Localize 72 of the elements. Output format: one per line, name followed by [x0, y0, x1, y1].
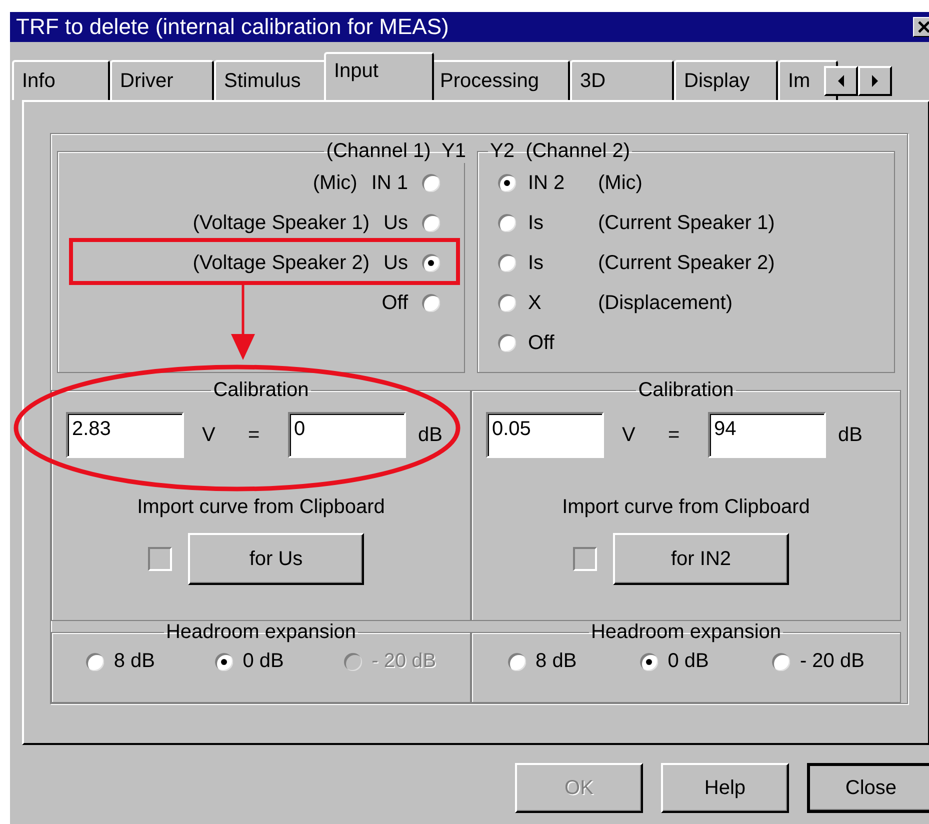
unit-label: V — [202, 424, 216, 446]
unit-label: V — [622, 424, 636, 446]
radio-button[interactable] — [498, 294, 516, 312]
tab[interactable]: Display — [674, 60, 778, 100]
radio-button[interactable] — [498, 254, 516, 272]
tab[interactable]: Info — [12, 60, 110, 100]
equals-sign: = — [248, 424, 261, 446]
option-label: - 20 dB — [372, 650, 436, 673]
tab[interactable]: 3D — [570, 60, 674, 100]
dialog-button[interactable]: Help — [661, 763, 789, 813]
group-legend: Y2 (Channel 2) — [488, 140, 632, 163]
radio-button[interactable] — [498, 174, 516, 192]
radio-button[interactable] — [214, 652, 233, 670]
right-arrow-icon — [871, 75, 879, 87]
option-label: IN 1 — [371, 172, 408, 194]
option-label: 0 dB — [242, 650, 284, 673]
radio-button[interactable] — [772, 652, 790, 670]
option-note: (Displacement) — [598, 292, 732, 314]
equals-sign: = — [668, 424, 681, 446]
option-label: Off — [382, 292, 408, 314]
option-note: (Mic) — [598, 172, 642, 194]
close-button[interactable] — [913, 17, 929, 37]
db-field[interactable]: 0 — [288, 412, 406, 458]
option-note: (Current Speaker 1) — [598, 212, 775, 234]
radio-button[interactable] — [422, 214, 440, 232]
group-legend: (Channel 1) Y1 — [324, 140, 468, 163]
radio-button[interactable] — [422, 294, 440, 312]
option-label: Us — [384, 212, 408, 234]
import-label: Import curve from Clipboard — [136, 496, 386, 519]
option-label: Off — [528, 332, 556, 354]
scroll-left-button[interactable] — [824, 66, 858, 96]
option-label: Is — [528, 212, 545, 234]
window-title: TRF to delete (internal calibration for MEAS) — [16, 14, 449, 40]
option-note: (Voltage Speaker 2) — [192, 252, 370, 274]
scroll-right-button[interactable] — [858, 66, 892, 96]
tab[interactable]: Driver — [110, 60, 214, 100]
radio-button[interactable] — [498, 334, 516, 352]
option-note: (Current Speaker 2) — [598, 252, 775, 274]
group-legend: Calibration — [636, 379, 736, 402]
radio-button[interactable] — [508, 652, 526, 670]
import-label: Import curve from Clipboard — [561, 496, 811, 519]
group-legend: Calibration — [211, 379, 311, 402]
volts-field[interactable]: 2.83 — [66, 412, 184, 458]
option-label: 0 dB — [668, 650, 709, 673]
import-button[interactable]: for IN2 — [613, 533, 789, 585]
option-label: Us — [384, 252, 408, 274]
unit-label: dB — [418, 424, 442, 446]
group-legend: Headroom expansion — [588, 621, 784, 644]
option-label: IN 2 — [528, 172, 566, 194]
close-icon — [917, 21, 929, 33]
left-arrow-icon — [837, 75, 845, 87]
dialog-button[interactable]: Close — [807, 763, 929, 813]
option-label: Is — [528, 252, 545, 274]
tab[interactable]: Input — [324, 52, 434, 100]
option-note: (Mic) — [312, 172, 358, 194]
option-label: - 20 dB — [800, 650, 864, 673]
radio-button[interactable] — [498, 214, 516, 232]
option-label: 8 dB — [536, 650, 577, 673]
unit-label: dB — [838, 424, 862, 446]
option-label: 8 dB — [114, 650, 156, 673]
checkbox[interactable] — [148, 547, 172, 571]
import-button[interactable]: for Us — [188, 533, 364, 585]
option-note: (Voltage Speaker 1) — [192, 212, 370, 234]
option-label: X — [528, 292, 542, 314]
group-legend: Headroom expansion — [164, 621, 358, 644]
radio-button[interactable] — [86, 652, 104, 670]
radio-button[interactable] — [422, 254, 440, 272]
radio-button[interactable] — [640, 652, 658, 670]
checkbox[interactable] — [573, 547, 597, 571]
volts-field[interactable]: 0.05 — [486, 412, 604, 458]
db-field[interactable]: 94 — [708, 412, 826, 458]
radio-button[interactable] — [422, 174, 440, 192]
